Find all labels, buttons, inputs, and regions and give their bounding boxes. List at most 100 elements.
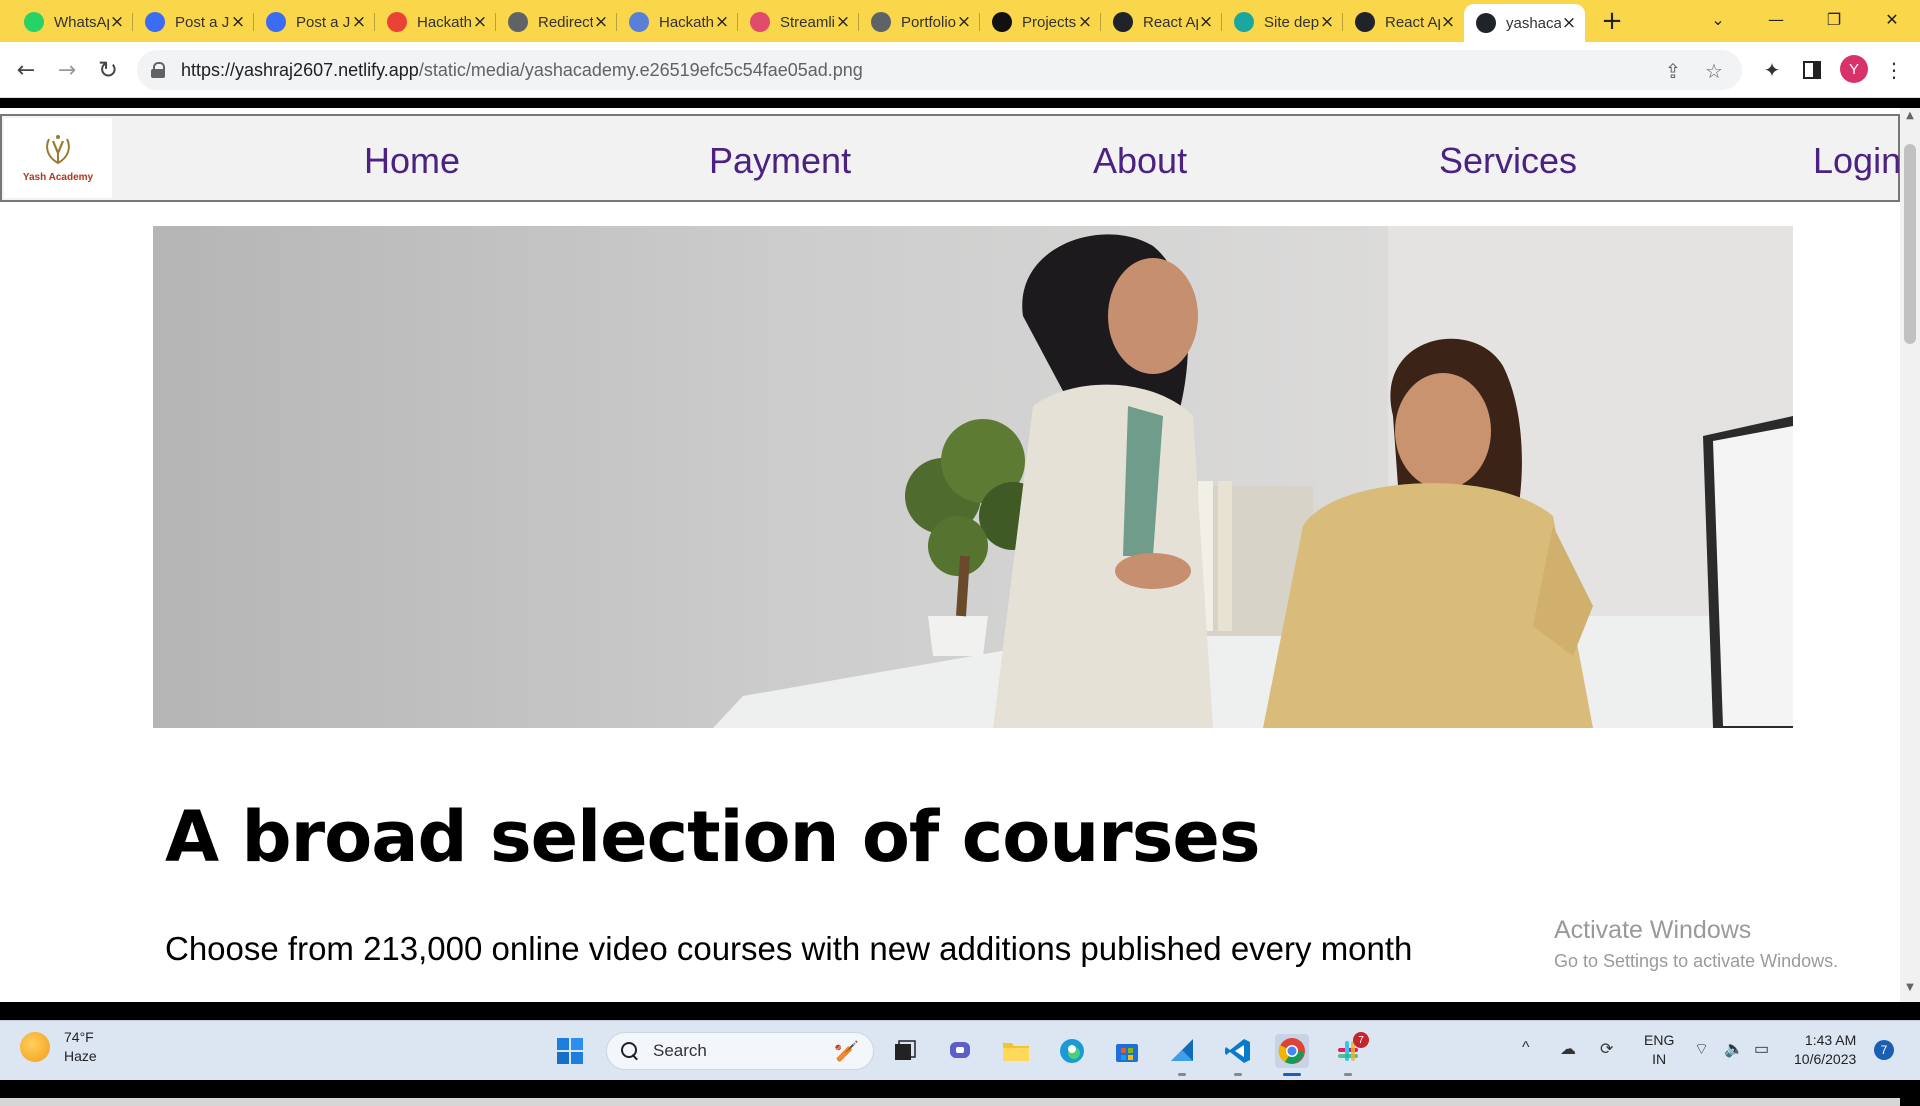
language-indicator[interactable]: ENG IN bbox=[1644, 1031, 1674, 1069]
tab-title: Projects bbox=[1022, 13, 1077, 31]
url-text[interactable]: https://yashraj2607.netlify.app/static/m… bbox=[181, 60, 863, 81]
active-indicator bbox=[1283, 1073, 1301, 1076]
side-panel-icon[interactable] bbox=[1798, 56, 1826, 84]
nav-link-login[interactable]: Login bbox=[1813, 140, 1900, 182]
stream-icon bbox=[750, 12, 770, 32]
new-tab-button[interactable]: + bbox=[1598, 7, 1626, 35]
microsoft-store-icon[interactable] bbox=[1110, 1034, 1144, 1068]
bookmark-star-icon[interactable]: ☆ bbox=[1703, 59, 1725, 83]
horizontal-scrollbar[interactable] bbox=[0, 1098, 1900, 1106]
weather-widget[interactable]: 74°F Haze bbox=[20, 1029, 97, 1064]
activate-windows-watermark: Activate Windows Go to Settings to activ… bbox=[1554, 916, 1838, 972]
browser-tab[interactable]: Site deploy× bbox=[1222, 6, 1343, 38]
close-tab-icon[interactable]: × bbox=[1440, 12, 1456, 32]
share-icon[interactable]: ⇪ bbox=[1662, 59, 1684, 83]
nav-link-payment[interactable]: Payment bbox=[709, 140, 851, 182]
address-bar[interactable]: https://yashraj2607.netlify.app/static/m… bbox=[137, 50, 1742, 90]
close-window-button[interactable]: ✕ bbox=[1868, 4, 1916, 34]
close-tab-icon[interactable]: × bbox=[1319, 12, 1335, 32]
close-tab-icon[interactable]: × bbox=[230, 12, 246, 32]
battery-icon[interactable]: ▭ bbox=[1754, 1039, 1769, 1059]
browser-tab[interactable]: Post a Job× bbox=[133, 6, 254, 38]
taskbar-search[interactable]: Search 🏏 bbox=[606, 1032, 874, 1070]
vscode-icon[interactable] bbox=[1221, 1034, 1255, 1068]
close-tab-icon[interactable]: × bbox=[593, 12, 609, 32]
browser-tab[interactable]: React App× bbox=[1101, 6, 1222, 38]
hero-image bbox=[153, 226, 1793, 728]
browser-tab[interactable]: Portfolio × bbox=[859, 6, 980, 38]
search-label: Search bbox=[653, 1041, 707, 1060]
forward-button[interactable]: → bbox=[53, 56, 81, 84]
back-button[interactable]: ← bbox=[12, 56, 40, 84]
browser-tab[interactable]: yashacademy× bbox=[1464, 4, 1585, 42]
lock-icon[interactable] bbox=[151, 62, 165, 78]
start-button[interactable] bbox=[553, 1034, 587, 1068]
search-icon bbox=[621, 1042, 639, 1060]
edge-browser-icon[interactable] bbox=[1055, 1034, 1089, 1068]
chrome-menu-icon[interactable]: ⋮ bbox=[1880, 56, 1908, 84]
browser-tab[interactable]: Projects × bbox=[980, 6, 1101, 38]
z-icon bbox=[145, 12, 165, 32]
photos-app-icon[interactable] bbox=[1165, 1034, 1199, 1068]
close-tab-icon[interactable]: × bbox=[1077, 12, 1093, 32]
close-tab-icon[interactable]: × bbox=[351, 12, 367, 32]
browser-tab[interactable]: Hackathon× bbox=[375, 6, 496, 38]
extensions-puzzle-icon[interactable]: ✦ bbox=[1758, 56, 1786, 84]
chrome-browser-icon[interactable] bbox=[1275, 1034, 1309, 1068]
profile-avatar[interactable]: Y bbox=[1840, 55, 1868, 83]
wifi-icon[interactable]: ⌔ bbox=[1694, 1039, 1709, 1059]
nav-link-about[interactable]: About bbox=[1093, 140, 1187, 182]
close-tab-icon[interactable]: × bbox=[1561, 13, 1577, 33]
browser-tab[interactable]: Streamlit × bbox=[738, 6, 859, 38]
task-view-icon[interactable] bbox=[888, 1034, 922, 1068]
teams-chat-icon[interactable] bbox=[944, 1034, 978, 1068]
academy-emblem-icon bbox=[46, 135, 70, 165]
close-tab-icon[interactable]: × bbox=[109, 12, 125, 32]
language-code: ENG bbox=[1644, 1032, 1675, 1048]
search-highlight-icon: 🏏 bbox=[834, 1039, 859, 1063]
minimize-button[interactable]: — bbox=[1752, 4, 1800, 34]
scroll-up-arrow-icon[interactable]: ▲ bbox=[1903, 110, 1917, 121]
tab-title: Portfolio bbox=[901, 13, 956, 31]
show-hidden-icons-chevron-icon[interactable]: ^ bbox=[1522, 1039, 1530, 1057]
tab-search-icon[interactable]: ⌄ bbox=[1694, 4, 1742, 34]
onedrive-cloud-icon[interactable]: ☁ bbox=[1560, 1039, 1576, 1059]
close-tab-icon[interactable]: × bbox=[714, 12, 730, 32]
react-icon bbox=[1113, 12, 1133, 32]
close-tab-icon[interactable]: × bbox=[956, 12, 972, 32]
tab-title: Post a Job bbox=[175, 13, 230, 31]
robot-icon bbox=[629, 12, 649, 32]
running-indicator bbox=[1178, 1073, 1186, 1076]
browser-tab[interactable]: WhatsApp× bbox=[12, 6, 133, 38]
site-navbar: Yash Academy Home Payment About Services… bbox=[0, 114, 1900, 202]
notification-count-badge[interactable]: 7 bbox=[1874, 1040, 1894, 1060]
netlify-icon bbox=[1234, 12, 1254, 32]
nav-link-home[interactable]: Home bbox=[364, 140, 460, 182]
close-tab-icon[interactable]: × bbox=[1198, 12, 1214, 32]
slack-icon[interactable]: 7 bbox=[1331, 1032, 1369, 1068]
reload-button[interactable]: ↻ bbox=[94, 56, 122, 84]
close-tab-icon[interactable]: × bbox=[835, 12, 851, 32]
file-explorer-icon[interactable] bbox=[999, 1034, 1033, 1068]
tab-title: Post a Job bbox=[296, 13, 351, 31]
site-logo[interactable]: Yash Academy bbox=[4, 118, 112, 198]
restore-button[interactable]: ❐ bbox=[1810, 4, 1858, 34]
nav-link-services[interactable]: Services bbox=[1439, 140, 1577, 182]
browser-tab[interactable]: Redirect × bbox=[496, 6, 617, 38]
whatsapp-icon bbox=[24, 12, 44, 32]
tab-title: yashacademy bbox=[1506, 14, 1561, 32]
section-subheading: Choose from 213,000 online video courses… bbox=[165, 930, 1413, 967]
watermark-title: Activate Windows bbox=[1554, 916, 1752, 944]
sync-icon[interactable]: ⟳ bbox=[1600, 1039, 1613, 1059]
scrollbar-thumb[interactable] bbox=[1904, 144, 1916, 344]
react-icon bbox=[1355, 12, 1375, 32]
tab-title: WhatsApp bbox=[54, 13, 109, 31]
browser-tab[interactable]: Hackathon× bbox=[617, 6, 738, 38]
browser-tab[interactable]: Post a Job× bbox=[254, 6, 375, 38]
close-tab-icon[interactable]: × bbox=[472, 12, 488, 32]
system-clock[interactable]: 1:43 AM 10/6/2023 bbox=[1794, 1031, 1856, 1069]
browser-tab[interactable]: React App× bbox=[1343, 6, 1464, 38]
volume-icon[interactable]: 🔈 bbox=[1724, 1039, 1744, 1059]
scroll-down-arrow-icon[interactable]: ▼ bbox=[1903, 982, 1917, 993]
tab-title: Redirect bbox=[538, 13, 593, 31]
